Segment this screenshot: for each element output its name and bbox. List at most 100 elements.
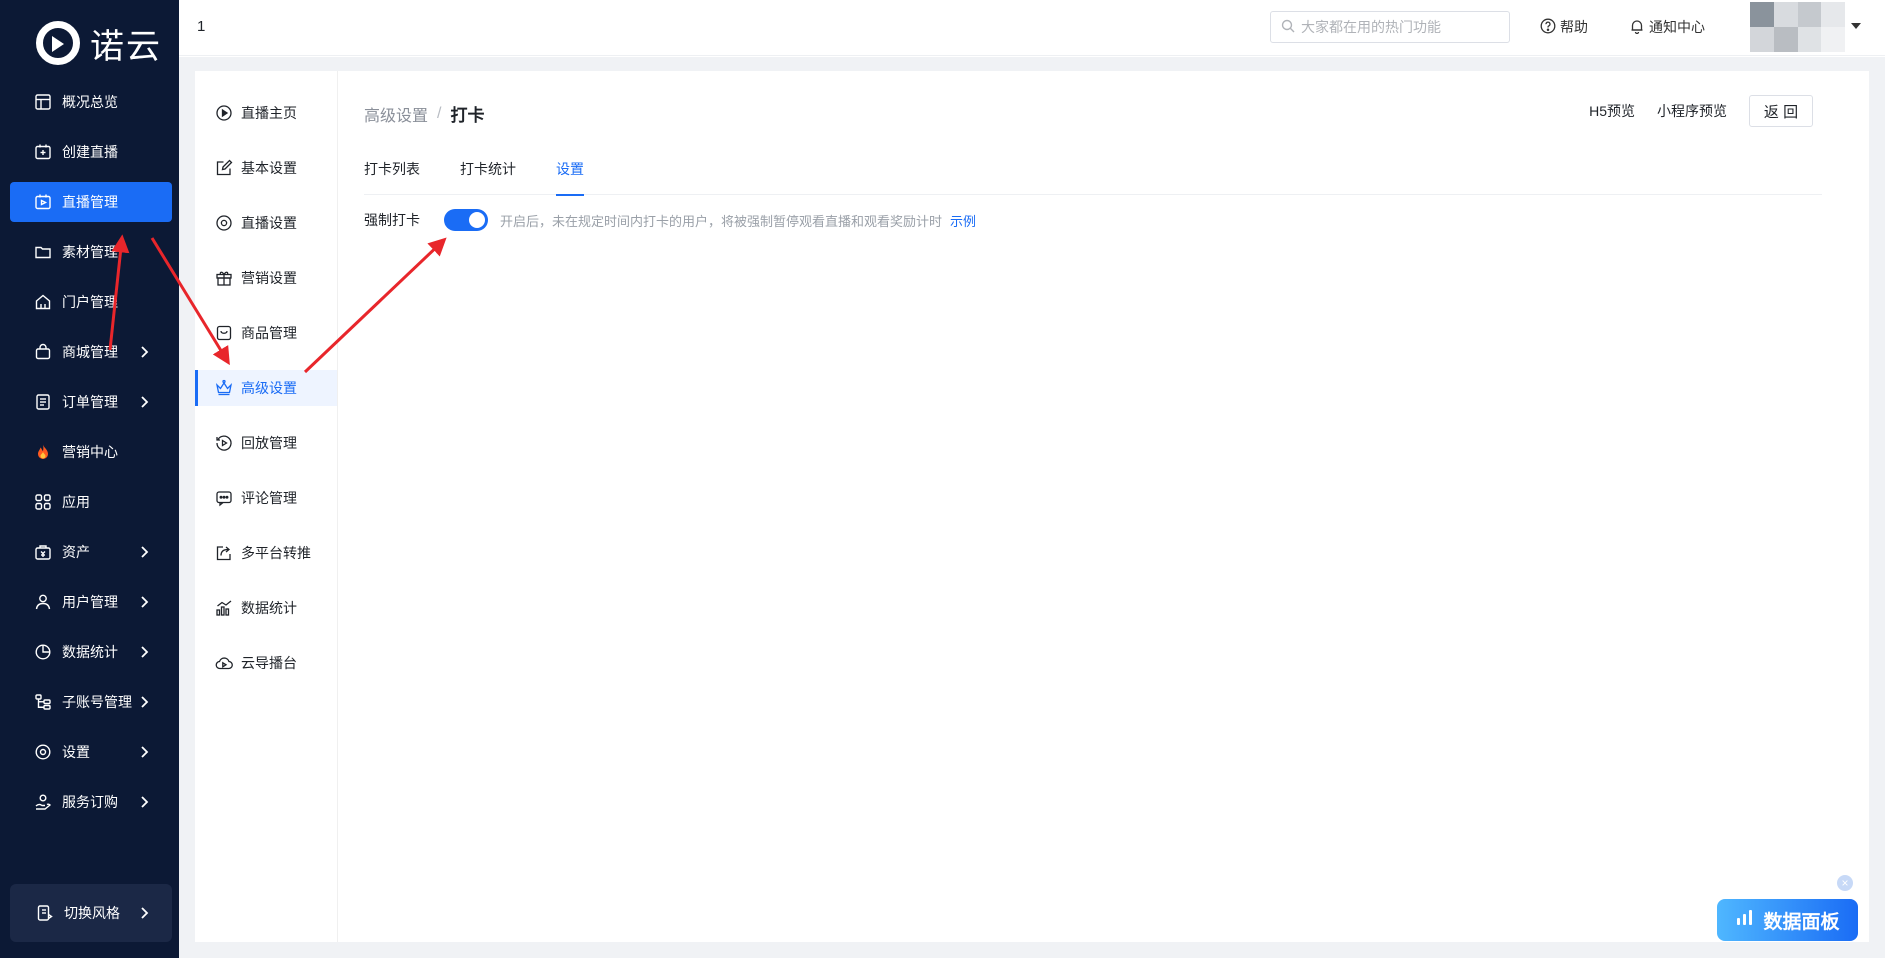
question-circle-icon	[1540, 18, 1560, 37]
sidebar-item-label: 应用	[62, 494, 90, 510]
force-checkin-setting: 强制打卡 开启后，未在规定时间内打卡的用户，将被强制暂停观看直播和观看奖励计时 …	[364, 207, 976, 233]
logo-mark-icon	[36, 21, 80, 65]
logo-text: 诺云	[90, 26, 162, 67]
force-checkin-toggle[interactable]	[444, 209, 488, 231]
avatar-pixel	[1773, 2, 1798, 27]
subnav-item-data-stats[interactable]: 数据统计	[195, 590, 337, 626]
switch-style-icon	[36, 904, 54, 922]
app-logo[interactable]: 诺云	[36, 16, 162, 70]
crown-icon	[215, 379, 233, 397]
gift-icon	[215, 269, 233, 287]
top-header: 1 帮助 通知中心	[179, 0, 1885, 56]
avatar-pixel	[1797, 2, 1822, 27]
chevron-right-icon	[136, 794, 152, 810]
sidebar-item-overview[interactable]: 概况总览	[10, 82, 172, 122]
sidebar-item-label: 设置	[62, 744, 90, 760]
data-panel-button[interactable]: 数据面板	[1717, 899, 1858, 941]
add-live-icon	[34, 143, 52, 161]
bar-chart-icon	[1735, 907, 1763, 933]
gear-icon	[215, 214, 233, 232]
subnav-item-multi-platform[interactable]: 多平台转推	[195, 535, 337, 571]
checkin-tabs: 打卡列表 打卡统计 设置	[364, 153, 1822, 196]
subnav-item-label: 直播设置	[241, 215, 297, 231]
subnav-item-goods[interactable]: 商品管理	[195, 315, 337, 351]
subnav-item-label: 云导播台	[241, 655, 297, 671]
folder-icon	[34, 243, 52, 261]
subnav-item-comments[interactable]: 评论管理	[195, 480, 337, 516]
tab-checkin-stats[interactable]: 打卡统计	[460, 153, 516, 195]
tab-settings[interactable]: 设置	[556, 153, 584, 196]
subnav-item-marketing-settings[interactable]: 营销设置	[195, 260, 337, 296]
subnav-item-label: 多平台转推	[241, 545, 311, 561]
chevron-right-icon	[136, 744, 152, 760]
breadcrumb-separator: /	[437, 104, 442, 122]
data-panel-label: 数据面板	[1763, 911, 1840, 933]
sidebar-item-sub-accounts[interactable]: 子账号管理	[10, 682, 172, 722]
sidebar-item-shop[interactable]: 商城管理	[10, 332, 172, 372]
switch-style-label: 切换风格	[64, 905, 120, 921]
help-label: 帮助	[1560, 19, 1588, 35]
search-box[interactable]	[1270, 11, 1510, 43]
main-panel: 高级设置 / 打卡 H5预览 小程序预览 返 回 打卡列表 打卡统计 设置 强制…	[338, 71, 1869, 942]
example-link[interactable]: 示例	[950, 211, 976, 230]
bell-icon	[1629, 18, 1649, 37]
sidebar-item-create-live[interactable]: 创建直播	[10, 132, 172, 172]
subnav-item-live-home[interactable]: 直播主页	[195, 95, 337, 131]
sidebar-item-label: 服务订购	[62, 794, 118, 810]
apps-grid-icon	[34, 493, 52, 511]
chevron-right-icon	[136, 394, 152, 410]
breadcrumb-parent[interactable]: 高级设置	[364, 102, 428, 126]
search-icon	[1281, 19, 1295, 36]
user-icon	[34, 593, 52, 611]
shop-bag-icon	[34, 343, 52, 361]
chevron-right-icon	[136, 905, 152, 921]
order-icon	[34, 393, 52, 411]
avatar-pixel	[1821, 2, 1845, 27]
sidebar-item-order[interactable]: 订单管理	[10, 382, 172, 422]
h5-preview-button[interactable]: H5预览	[1589, 101, 1635, 121]
pie-chart-icon	[34, 643, 52, 661]
sidebar-item-label: 资产	[62, 544, 90, 560]
service-icon	[34, 793, 52, 811]
subnav-item-replay[interactable]: 回放管理	[195, 425, 337, 461]
sidebar-item-users[interactable]: 用户管理	[10, 582, 172, 622]
play-circle-icon	[215, 104, 233, 122]
home-icon	[34, 293, 52, 311]
sidebar-item-service-order[interactable]: 服务订购	[10, 782, 172, 822]
toggle-knob	[469, 212, 485, 228]
header-title: 1	[197, 18, 206, 35]
notification-center-button[interactable]: 通知中心	[1629, 17, 1705, 37]
back-button[interactable]: 返 回	[1749, 95, 1813, 127]
sidebar-item-apps[interactable]: 应用	[10, 482, 172, 522]
sidebar-item-settings[interactable]: 设置	[10, 732, 172, 772]
avatar-pixel	[1797, 27, 1822, 52]
sidebar-item-marketing[interactable]: 营销中心	[10, 432, 172, 472]
subnav-item-basic-settings[interactable]: 基本设置	[195, 150, 337, 186]
subnav-item-advanced-settings[interactable]: 高级设置	[195, 370, 337, 406]
breadcrumb-current: 打卡	[450, 106, 485, 125]
dashboard-icon	[34, 93, 52, 111]
sidebar-item-label: 概况总览	[62, 94, 118, 110]
subnav-item-live-settings[interactable]: 直播设置	[195, 205, 337, 241]
avatar-pixel	[1750, 2, 1774, 27]
help-button[interactable]: 帮助	[1540, 17, 1588, 37]
breadcrumb: 高级设置 / 打卡	[364, 101, 484, 126]
avatar-pixel	[1773, 27, 1798, 52]
tab-checkin-list[interactable]: 打卡列表	[364, 153, 420, 195]
avatar[interactable]	[1750, 2, 1845, 52]
search-input[interactable]	[1301, 19, 1501, 35]
subnav-item-label: 商品管理	[241, 325, 297, 341]
subnav-item-label: 基本设置	[241, 160, 297, 176]
sidebar-item-assets[interactable]: 资产	[10, 532, 172, 572]
switch-style-button[interactable]: 切换风格	[10, 884, 172, 942]
caret-down-icon[interactable]	[1851, 23, 1861, 29]
sidebar-item-portal[interactable]: 门户管理	[10, 282, 172, 322]
sidebar-item-live-manage[interactable]: 直播管理	[10, 182, 172, 222]
subnav-item-label: 直播主页	[241, 105, 297, 121]
close-icon[interactable]: ×	[1837, 875, 1853, 891]
mini-program-preview-button[interactable]: 小程序预览	[1657, 101, 1727, 121]
sidebar-item-label: 创建直播	[62, 144, 118, 160]
subnav-item-cloud-director[interactable]: 云导播台	[195, 645, 337, 681]
sidebar-item-statistics[interactable]: 数据统计	[10, 632, 172, 672]
sidebar-item-material[interactable]: 素材管理	[10, 232, 172, 272]
